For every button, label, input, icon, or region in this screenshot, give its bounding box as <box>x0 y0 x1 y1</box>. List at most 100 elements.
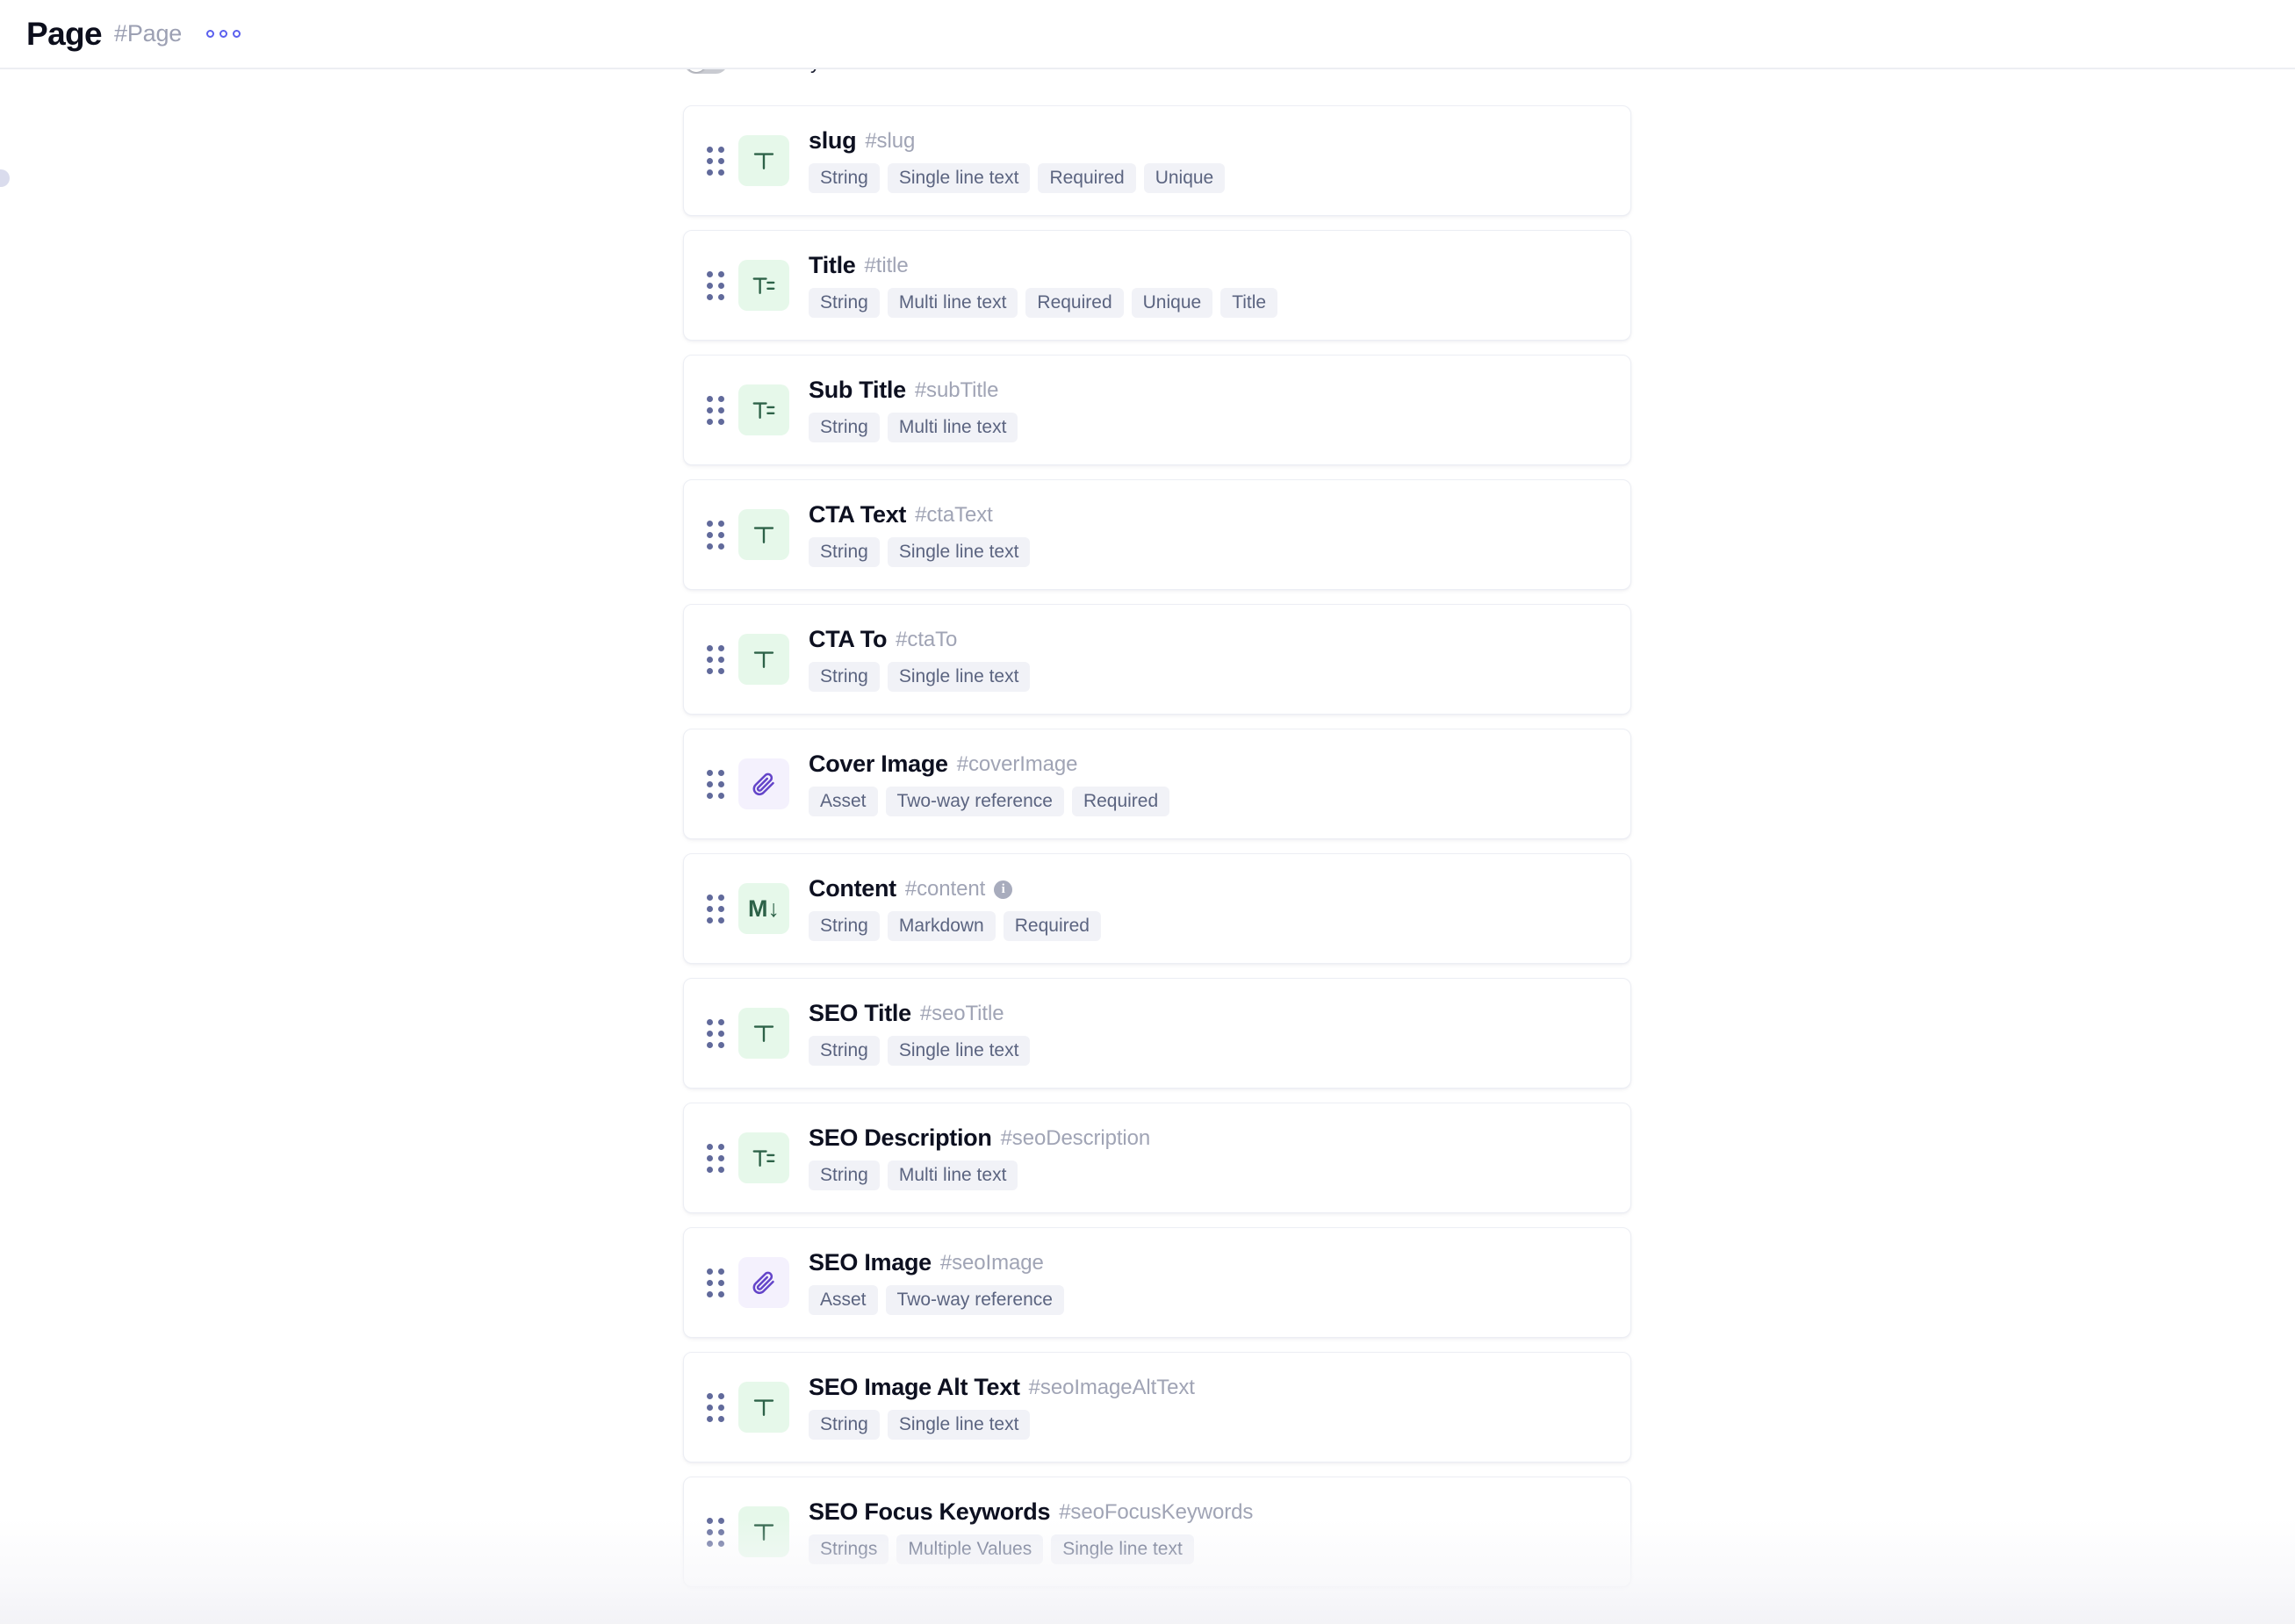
single-line-text-icon <box>738 634 789 685</box>
field-card[interactable]: slug #slug String Single line text Required U… <box>683 105 1631 216</box>
drag-dot <box>718 1540 724 1547</box>
field-key: #ctaText <box>915 502 993 527</box>
field-tag: String <box>809 910 880 941</box>
page-title: Page <box>26 16 103 52</box>
field-name-row: CTA To #ctaTo <box>809 626 1030 653</box>
drag-dot <box>707 1030 713 1037</box>
drag-dot <box>718 1041 724 1048</box>
drag-dot <box>718 644 724 651</box>
field-tag-row: String Single line text <box>809 661 1031 692</box>
field-card[interactable]: SEO Description #seoDescription String Mult… <box>683 1103 1631 1213</box>
drag-handle-icon[interactable] <box>705 766 726 801</box>
field-tag-row: String Multi line text <box>809 1160 1150 1190</box>
drag-dot <box>707 916 713 923</box>
field-body: SEO Title #seoTitle String Single line text <box>809 1000 1031 1066</box>
markdown-icon: M↓ <box>738 883 789 934</box>
drag-handle-icon[interactable] <box>705 143 726 178</box>
drag-handle-icon[interactable] <box>705 517 726 552</box>
more-dot-icon <box>206 30 215 38</box>
field-card[interactable]: SEO Focus Keywords #seoFocusKeywords Strin… <box>683 1477 1631 1587</box>
drag-dot <box>718 1166 724 1173</box>
field-key: #seoTitle <box>919 1001 1004 1025</box>
drag-dot <box>707 293 713 300</box>
field-tag-row: String Markdown Required <box>809 910 1101 941</box>
field-card[interactable]: Sub Title #subTitle String Multi line text <box>683 355 1631 465</box>
field-name: CTA To <box>809 626 888 653</box>
field-body: Sub Title #subTitle String Multi line text <box>809 377 1018 442</box>
drag-dot <box>707 1279 713 1286</box>
drag-dot <box>707 1404 713 1411</box>
field-body: CTA To #ctaTo String Single line text <box>809 626 1031 692</box>
paperclip-asset-icon <box>738 758 789 809</box>
drag-dot <box>718 543 724 550</box>
field-name: Content <box>809 875 896 902</box>
drag-handle-icon[interactable] <box>705 268 726 303</box>
field-card[interactable]: SEO Title #seoTitle String Single line text <box>683 978 1631 1089</box>
field-card[interactable]: SEO Image #seoImage Asset Two-way reference <box>683 1227 1631 1338</box>
drag-dot <box>707 1268 713 1275</box>
field-tag: Single line text <box>887 661 1031 692</box>
drag-dot <box>707 406 713 413</box>
field-key: #title <box>864 253 909 277</box>
field-tag: Unique <box>1131 287 1213 318</box>
field-name: SEO Description <box>809 1125 992 1152</box>
field-tag: Asset <box>809 1284 878 1315</box>
drag-dot <box>718 1290 724 1297</box>
drag-dot <box>707 1143 713 1150</box>
content-model-fields-page: Show system fields slug#slugStringSingle… <box>0 0 2295 1624</box>
field-name: Cover Image <box>809 751 948 778</box>
more-options-button[interactable] <box>203 25 244 43</box>
drag-handle-icon[interactable] <box>705 1016 726 1051</box>
info-icon[interactable]: i <box>994 880 1013 899</box>
fields-scroll-area[interactable]: Show system fields slug#slugStringSingle… <box>0 0 2295 1624</box>
field-tag: String <box>809 661 880 692</box>
field-tag: Required <box>1038 162 1136 193</box>
drag-dot <box>707 769 713 776</box>
drag-dot <box>707 1528 713 1535</box>
drag-dot <box>707 543 713 550</box>
field-card[interactable]: CTA To #ctaTo String Single line text <box>683 604 1631 715</box>
drag-handle-icon[interactable] <box>705 891 726 926</box>
field-tag-row: Asset Two-way reference <box>809 1284 1064 1315</box>
field-name-row: SEO Title #seoTitle <box>809 1000 1030 1027</box>
drag-handle-icon[interactable] <box>705 1140 726 1175</box>
drag-dot <box>707 282 713 289</box>
drag-handle-icon[interactable] <box>705 642 726 677</box>
drag-dot <box>707 395 713 402</box>
field-tag-row: Asset Two-way reference Required <box>809 786 1170 816</box>
field-tag-row: String Single line text <box>809 1035 1031 1066</box>
drag-handle-icon[interactable] <box>705 392 726 428</box>
drag-dot <box>718 1154 724 1161</box>
multi-line-text-icon <box>738 1132 789 1183</box>
drag-dot <box>718 1528 724 1535</box>
field-tag: String <box>809 412 880 442</box>
page-header: Page #Page <box>0 0 2295 69</box>
field-card[interactable]: Title #title String Multi line text Required… <box>683 230 1631 341</box>
drag-dot <box>718 905 724 912</box>
field-name-row: SEO Focus Keywords #seoFocusKeywords <box>809 1498 1253 1526</box>
drag-handle-icon[interactable] <box>705 1514 726 1549</box>
field-tag: Single line text <box>1051 1534 1194 1564</box>
drag-dot <box>718 418 724 425</box>
field-key: #coverImage <box>956 751 1078 776</box>
field-name-row: slug #slug <box>809 127 1225 154</box>
field-tag: String <box>809 1409 880 1440</box>
drag-handle-icon[interactable] <box>705 1265 726 1300</box>
drag-handle-icon[interactable] <box>705 1390 726 1425</box>
field-tag: Two-way reference <box>885 1284 1064 1315</box>
field-card[interactable]: CTA Text #ctaText String Single line text <box>683 479 1631 590</box>
field-name: SEO Title <box>809 1000 911 1027</box>
drag-dot <box>707 1018 713 1025</box>
drag-dot <box>707 894 713 901</box>
field-card[interactable]: SEO Image Alt Text #seoImageAltText String… <box>683 1352 1631 1462</box>
field-card[interactable]: Cover Image #coverImage Asset Two-way refer… <box>683 729 1631 839</box>
field-card[interactable]: M↓ Content #content i String Markdown Required <box>683 853 1631 964</box>
drag-dot <box>707 644 713 651</box>
drag-dot <box>707 1415 713 1422</box>
field-tag: Markdown <box>887 910 996 941</box>
drag-dot <box>718 146 724 153</box>
field-tag: String <box>809 1160 880 1190</box>
field-tag: String <box>809 162 880 193</box>
field-key: #slug <box>865 128 916 153</box>
drag-dot <box>707 1517 713 1524</box>
